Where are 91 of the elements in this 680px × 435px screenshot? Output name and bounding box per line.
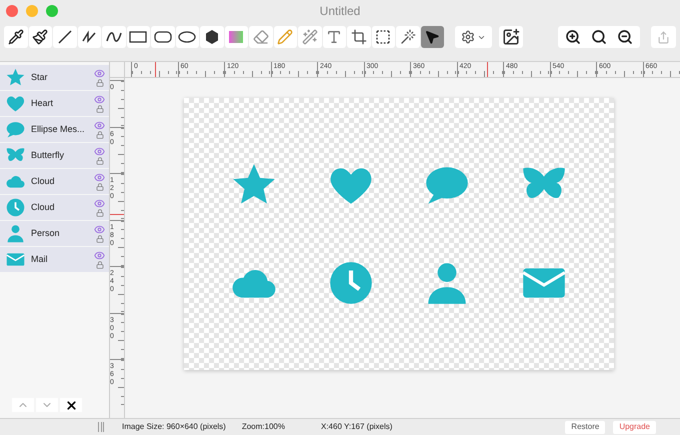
pencil-tool[interactable] [274,26,297,48]
lock-icon[interactable] [96,209,104,217]
zoom-button[interactable] [46,5,58,17]
crop-icon [350,29,367,45]
ellipse-icon [178,31,196,43]
zigzag-tool[interactable] [78,26,101,48]
delete-button[interactable] [60,398,82,412]
picture-icon [502,28,520,46]
layer-item[interactable]: Heart [0,91,109,117]
upgrade-button[interactable]: Upgrade [613,420,656,434]
eye-icon[interactable] [94,250,105,261]
lock-icon[interactable] [96,183,104,191]
layer-name: Ellipse Mes... [31,122,86,136]
text-tool[interactable] [322,26,346,48]
cursor-position: X:460 Y:167 (pixels) [320,421,392,433]
close-icon [64,398,78,412]
clock-icon [5,197,26,218]
lock-icon[interactable] [96,131,104,139]
layer-name: Cloud [31,174,56,188]
brush-icon [32,29,48,45]
wand-tool[interactable] [396,26,420,48]
eraser-tool[interactable] [249,26,272,48]
lock-icon[interactable] [96,105,104,113]
layer-item[interactable]: Cloud [0,169,109,195]
star-icon [5,67,26,88]
lock-icon[interactable] [96,261,104,269]
eyedropper-tool[interactable] [4,26,28,48]
line-icon [56,29,73,45]
lock-icon[interactable] [96,157,104,165]
rounded-rectangle-icon [154,31,172,43]
brush-tool[interactable] [28,26,52,48]
lock-icon[interactable] [96,79,104,87]
person-icon [5,223,26,244]
marquee-tool[interactable] [372,26,395,48]
pencil-icon [277,29,294,45]
text-icon [326,29,342,45]
eye-icon[interactable] [94,198,105,209]
layer-item[interactable]: Butterfly [0,143,109,169]
line-tool[interactable] [53,26,76,48]
settings-dropdown[interactable] [455,26,492,48]
eyedropper-icon [8,29,24,45]
zoom-out-icon [616,29,632,45]
eye-icon[interactable] [94,172,105,183]
pointer-icon [424,29,440,45]
pointer-tool[interactable] [420,26,444,48]
speech-bubble-icon [5,119,26,140]
eye-icon[interactable] [94,146,105,157]
rectangle-tool[interactable] [126,26,150,48]
eye-icon[interactable] [94,94,105,105]
wand-icon [302,29,318,45]
layer-name: Star [31,70,49,84]
layer-name: Mail [31,252,49,266]
rounded-rectangle-tool[interactable] [151,26,174,48]
rectangle-icon [129,31,148,43]
wand-icon [400,29,416,45]
zoom-level: Zoom:100% [242,421,285,433]
add-image-button[interactable] [499,26,522,48]
curve-icon [106,29,122,45]
zigzag-icon [81,29,98,45]
lock-icon[interactable] [96,235,104,243]
restore-button[interactable]: Restore [565,420,606,434]
layer-item[interactable]: Ellipse Mes... [0,117,109,143]
eye-icon[interactable] [94,224,105,235]
curve-tool[interactable] [102,26,126,48]
hexagon-tool[interactable] [200,26,224,48]
layer-name: Cloud [31,200,56,214]
eye-icon[interactable] [94,68,105,79]
layer-item[interactable]: Star [0,65,109,91]
layer-item[interactable]: Mail [0,247,109,273]
move-up-button[interactable] [12,398,34,412]
close-button[interactable] [6,5,18,17]
layer-item[interactable]: Cloud [0,195,109,221]
layer-name: Butterfly [31,148,66,162]
zoom-in-icon [564,29,580,45]
crop-tool[interactable] [347,26,370,48]
gradient-icon [228,30,244,44]
ellipse-tool[interactable] [176,26,199,48]
eraser-icon [252,29,269,45]
image-size: Image Size: 960×640 (pixels) [122,421,226,433]
marquee-icon [375,29,392,45]
layer-name: Person [31,226,61,240]
hexagon-icon [204,29,220,45]
magnifier-icon [590,29,606,45]
eye-icon[interactable] [94,120,105,131]
resize-grip-icon[interactable] [98,422,104,432]
layer-item[interactable]: Person [0,221,109,247]
share-icon [656,30,670,44]
share-button[interactable] [650,26,676,48]
layer-name: Heart [31,96,54,110]
settings-icon [461,30,475,44]
window-title: Untitled [320,3,360,20]
